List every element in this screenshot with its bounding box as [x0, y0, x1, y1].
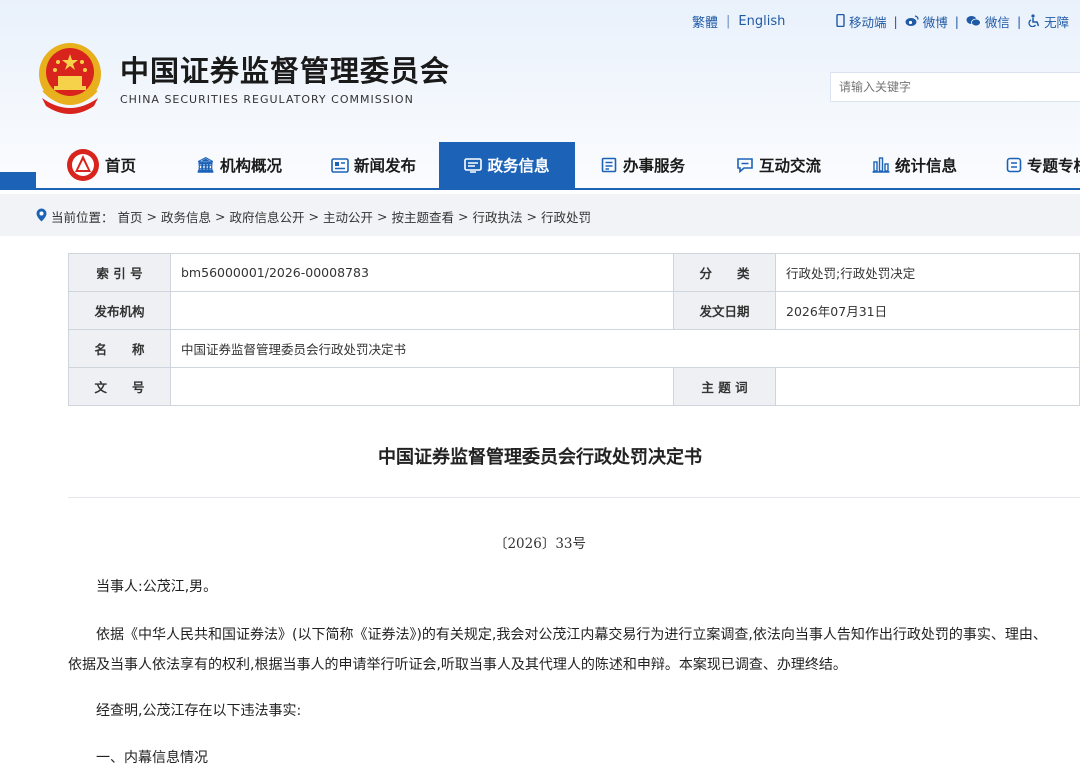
weibo-icon: [905, 15, 919, 26]
language-links: 繁體 | English: [692, 12, 785, 31]
table-row: 名 称 中国证券监督管理委员会行政处罚决定书: [68, 329, 1080, 368]
accessibility-link[interactable]: 无障: [1028, 12, 1069, 31]
date-label: 发文日期: [673, 291, 776, 330]
breadcrumb-link[interactable]: 行政处罚: [541, 207, 591, 226]
breadcrumb-separator: >: [377, 209, 388, 224]
name-value: 中国证券监督管理委员会行政处罚决定书: [170, 329, 1080, 368]
mobile-icon: [836, 14, 845, 27]
nav-item-statistics[interactable]: 统计信息: [872, 142, 957, 188]
category-value: 行政处罚;行政处罚决定: [775, 253, 1080, 292]
weibo-link[interactable]: 微博: [905, 12, 948, 31]
nav-item-topic[interactable]: 专题专栏: [1006, 142, 1080, 188]
interaction-icon: [737, 158, 753, 173]
breadcrumb-separator: >: [146, 209, 158, 224]
nav-item-news[interactable]: 新闻发布: [331, 142, 416, 188]
nav-item-institution[interactable]: 🏛 机构概况: [196, 142, 282, 188]
english-link[interactable]: English: [738, 14, 785, 29]
breadcrumb-link[interactable]: 首页: [118, 207, 143, 226]
nav-item-interaction[interactable]: 互动交流: [736, 142, 821, 188]
nav-item-home[interactable]: 首页: [66, 142, 136, 188]
breadcrumb-link[interactable]: 主动公开: [323, 207, 373, 226]
paragraph: 依据《中华人民共和国证券法》(以下简称《证券法》)的有关规定,我会对公茂江内幕交…: [68, 627, 1047, 673]
wechat-link[interactable]: 微信: [966, 12, 1010, 31]
wechat-icon: [966, 16, 981, 27]
government-info-icon: [464, 157, 483, 173]
document-metadata-table: 索 引 号 bm56000001/2026-00008783 分 类 行政处罚;…: [68, 253, 1080, 406]
separator: |: [726, 14, 731, 29]
nav-item-label: 首页: [105, 157, 137, 175]
mobile-label: 移动端: [848, 15, 887, 30]
weibo-label: 微博: [922, 15, 948, 30]
table-row: 发布机构 发文日期 2026年07月31日: [68, 291, 1080, 330]
name-label: 名 称: [68, 329, 171, 368]
breadcrumb-prefix: 当前位置：: [51, 210, 114, 225]
publisher-label: 发布机构: [68, 291, 171, 330]
table-row: 文 号 主 题 词: [68, 367, 1080, 406]
breadcrumb-separator: >: [308, 209, 320, 224]
home-emblem-icon: [67, 149, 99, 181]
breadcrumb-separator: >: [526, 209, 538, 224]
table-row: 索 引 号 bm56000001/2026-00008783 分 类 行政处罚;…: [68, 253, 1080, 292]
paragraph: 一、内幕信息情况: [96, 750, 208, 766]
mobile-link[interactable]: 移动端: [836, 12, 887, 31]
nav-item-label: 政务信息: [487, 157, 550, 175]
publisher-value: [170, 291, 674, 330]
separator: |: [1016, 14, 1022, 29]
divider: [68, 497, 1080, 498]
nav-item-label: 统计信息: [895, 157, 958, 175]
keywords-label: 主 题 词: [673, 367, 776, 406]
index-label: 索 引 号: [68, 253, 171, 292]
nav-item-label: 新闻发布: [354, 157, 417, 175]
paragraph: 经查明,公茂江存在以下违法事实:: [96, 703, 302, 719]
wechat-label: 微信: [984, 15, 1010, 30]
date-value: 2026年07月31日: [775, 291, 1080, 330]
location-pin-icon: [36, 208, 47, 226]
breadcrumb-link[interactable]: 政务信息: [161, 207, 211, 226]
institution-icon: 🏛: [196, 156, 216, 174]
breadcrumb-separator: >: [458, 209, 469, 224]
nav-item-label: 专题专栏: [1027, 157, 1080, 175]
breadcrumb: 当前位置： 首页 > 政务信息 > 政府信息公开 > 主动公开 > 按主题查看 …: [36, 207, 591, 226]
utility-links: 移动端 | 微博 | 微信 | 无障: [836, 12, 1069, 31]
topic-icon: [1006, 157, 1022, 173]
category-label: 分 类: [673, 253, 776, 292]
service-icon: [601, 157, 617, 172]
separator: |: [954, 14, 959, 29]
nav-item-label: 机构概况: [220, 157, 283, 175]
breadcrumb-link[interactable]: 行政执法: [473, 207, 523, 226]
breadcrumb-link[interactable]: 政府信息公开: [230, 207, 305, 226]
index-value: bm56000001/2026-00008783: [170, 253, 674, 292]
search-input[interactable]: 请输入关键字: [830, 72, 1080, 102]
breadcrumb-link[interactable]: 按主题查看: [392, 207, 455, 226]
document-number: 〔2026〕33号: [493, 536, 587, 552]
national-emblem-icon: [39, 43, 101, 114]
statistics-icon: [872, 157, 890, 173]
accessibility-icon: [1028, 14, 1040, 27]
site-subtitle: CHINA SECURITIES REGULATORY COMMISSION: [120, 93, 414, 106]
paragraph: 当事人:公茂江,男。: [96, 579, 218, 595]
nav-item-service[interactable]: 办事服务: [601, 142, 685, 188]
news-icon: [331, 157, 349, 173]
nav-item-label: 互动交流: [759, 157, 822, 175]
doc-number-label: 文 号: [68, 367, 171, 406]
keywords-value: [775, 367, 1080, 406]
accessibility-label: 无障: [1044, 15, 1070, 30]
site-title[interactable]: 中国证券监督管理委员会: [120, 48, 450, 90]
traditional-chinese-link[interactable]: 繁體: [692, 12, 718, 31]
nav-item-label: 办事服务: [623, 157, 686, 175]
breadcrumb-separator: >: [215, 209, 226, 224]
doc-number-value: [170, 367, 674, 406]
document-title: 中国证券监督管理委员会行政处罚决定书: [378, 447, 702, 468]
nav-underline: [0, 188, 1080, 190]
separator: |: [893, 14, 898, 29]
nav-item-government-info[interactable]: 政务信息: [439, 142, 575, 188]
main-nav: 首页 🏛 机构概况 新闻发布 政务信息 办事服务 互动交流 统计信息 专题专栏: [36, 142, 1080, 188]
